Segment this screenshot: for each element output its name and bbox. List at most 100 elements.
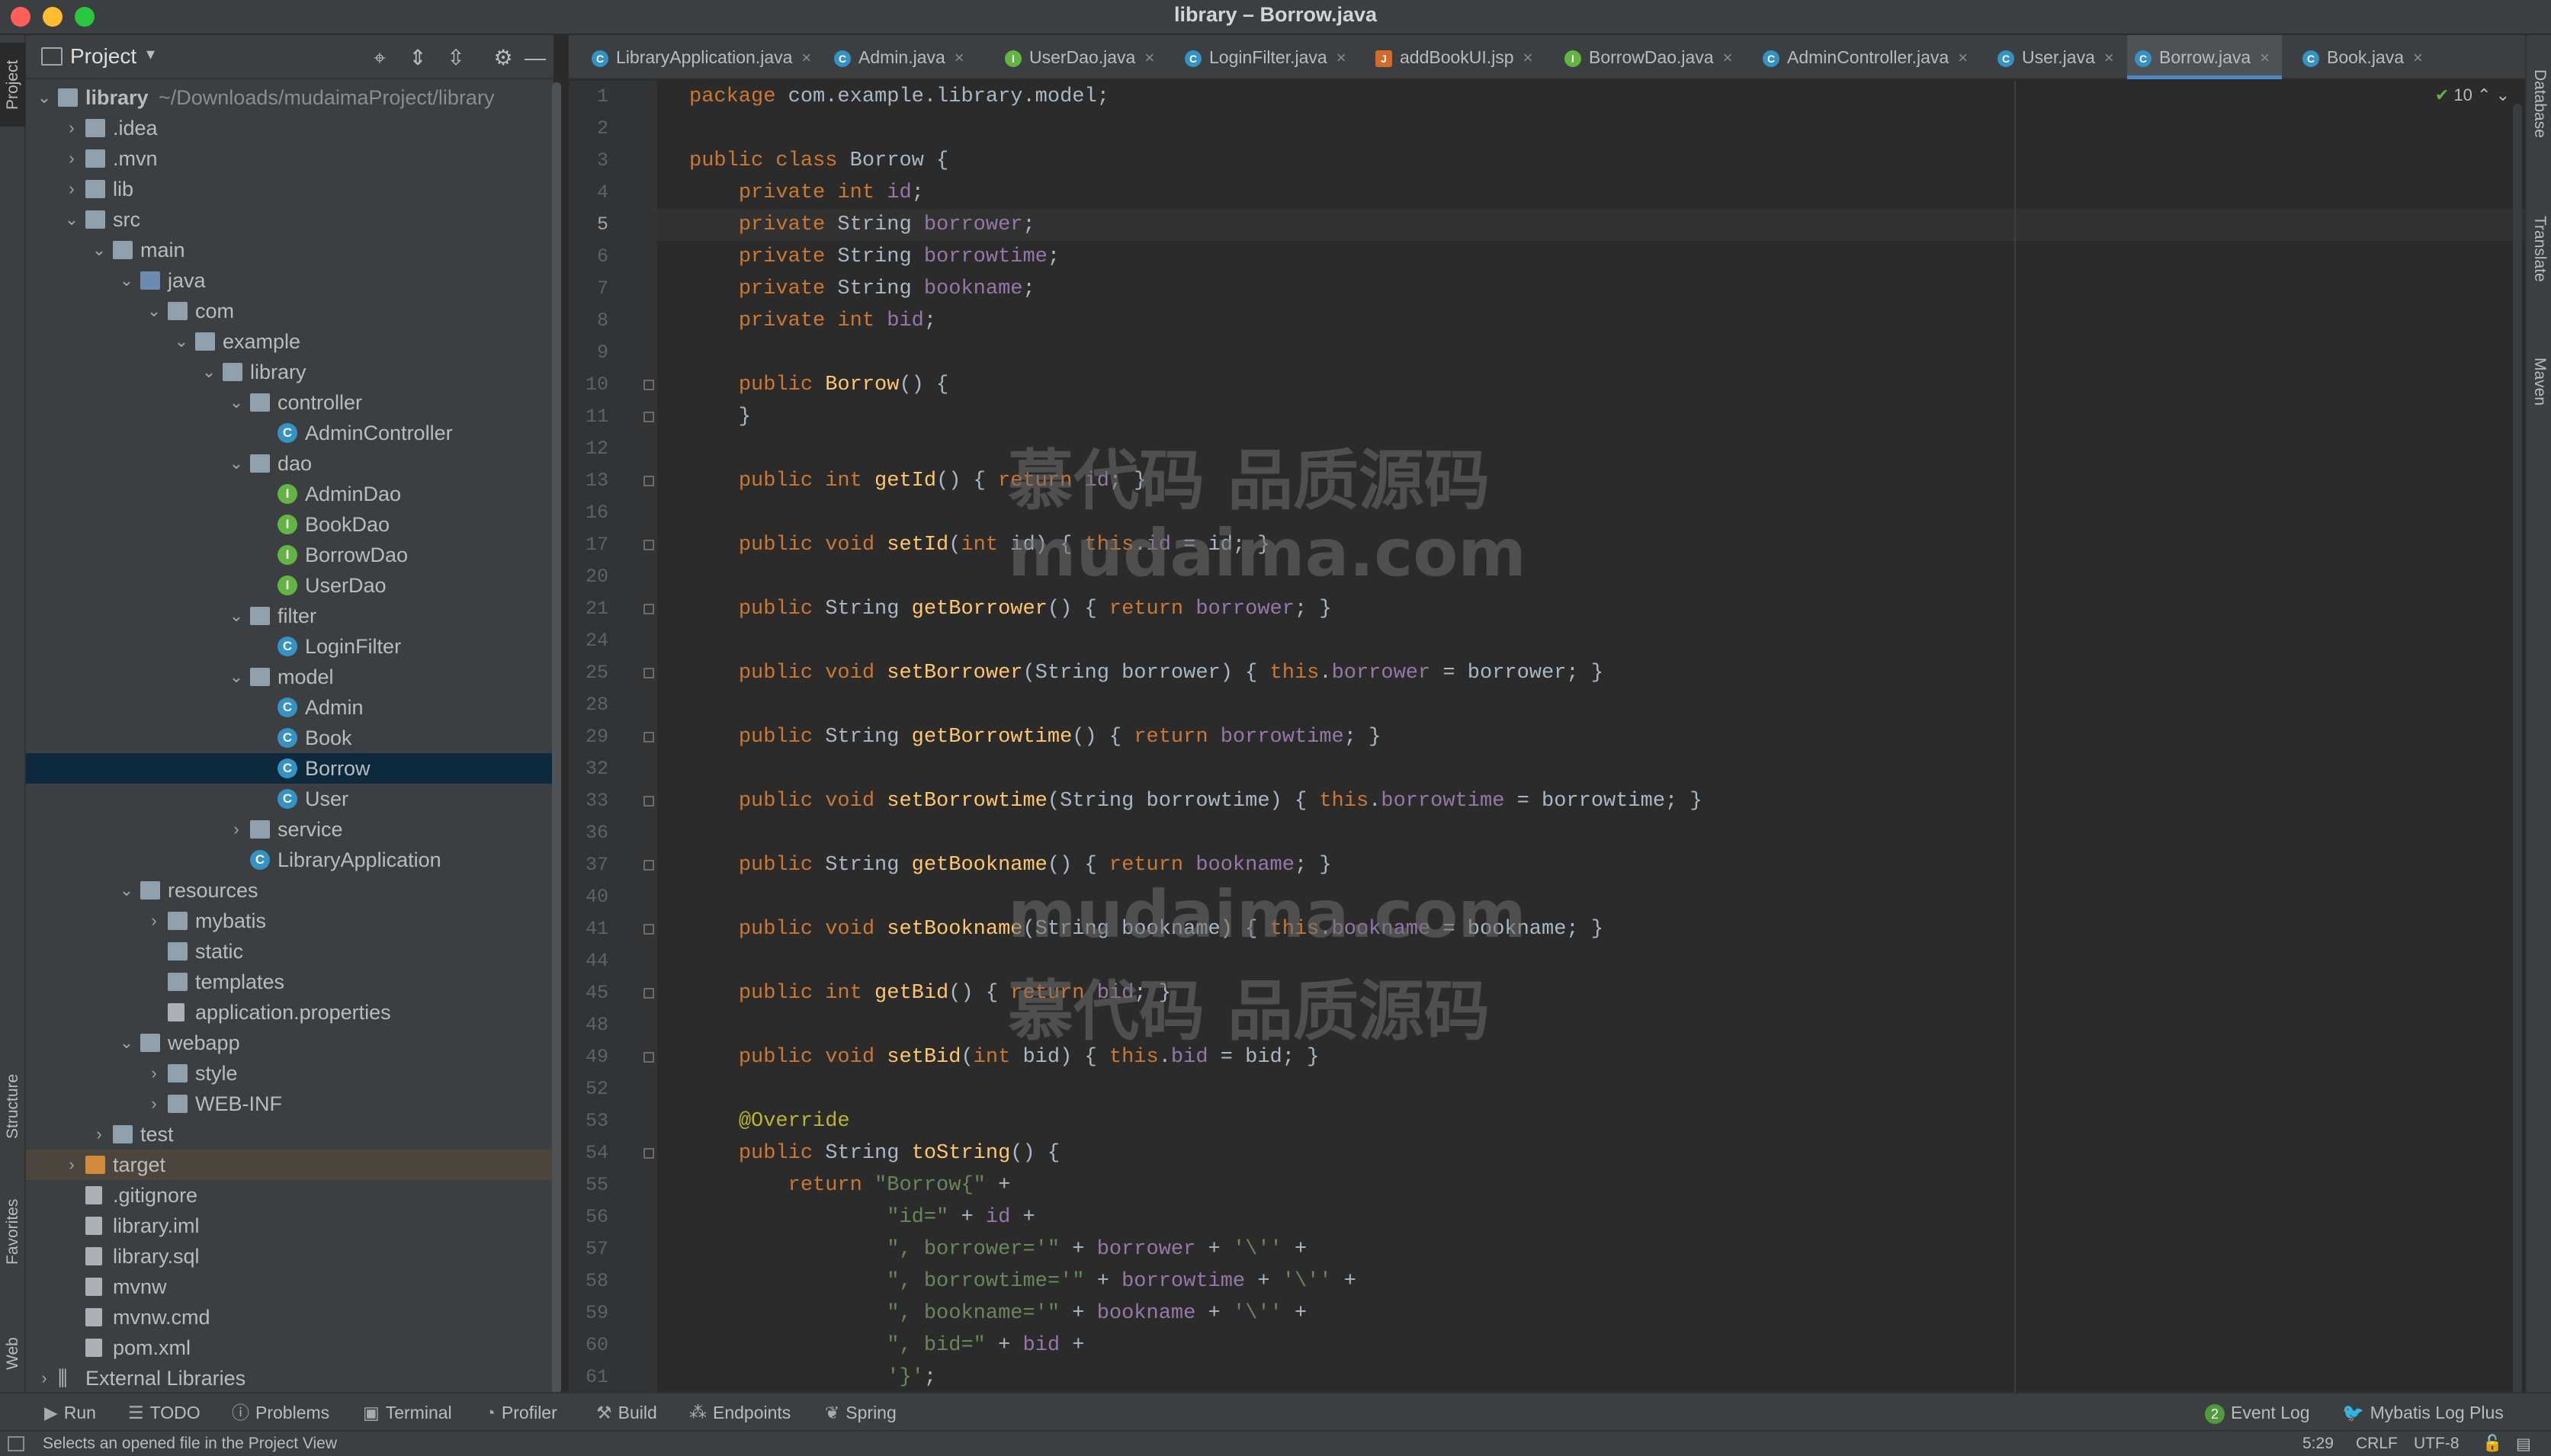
chevron-down-icon[interactable]: ⌄ xyxy=(229,387,244,418)
run-tool-button[interactable]: ▶ Run xyxy=(44,1393,96,1432)
tree-item[interactable]: mvnw xyxy=(26,1272,554,1302)
locate-file-icon[interactable]: ⌖ xyxy=(366,44,393,72)
chevron-right-icon[interactable]: › xyxy=(146,1089,162,1119)
file-encoding[interactable]: UTF-8 xyxy=(2414,1435,2460,1453)
database-tool-tab[interactable]: Database xyxy=(2527,50,2551,157)
fold-icon[interactable] xyxy=(643,1148,654,1159)
editor-tab[interactable]: C LibraryApplication.java × xyxy=(584,35,823,79)
fold-icon[interactable] xyxy=(643,668,654,678)
tree-item[interactable]: C AdminController xyxy=(26,418,554,448)
lock-icon[interactable]: 🔓 xyxy=(2482,1435,2502,1453)
expand-all-icon[interactable]: ⇕ xyxy=(404,44,432,72)
close-icon[interactable]: × xyxy=(955,48,964,67)
project-scrollbar[interactable] xyxy=(552,82,561,1393)
fold-icon[interactable] xyxy=(643,412,654,422)
close-icon[interactable]: × xyxy=(1723,48,1733,67)
tree-item[interactable]: ⌄ library xyxy=(26,357,554,387)
tree-item[interactable]: C Book xyxy=(26,723,554,753)
close-icon[interactable]: × xyxy=(1523,48,1533,67)
close-icon[interactable]: × xyxy=(1144,48,1154,67)
build-tool-button[interactable]: ⚒ Build xyxy=(596,1393,657,1432)
close-icon[interactable]: × xyxy=(2260,48,2270,67)
mybatis-log-button[interactable]: 🐦 Mybatis Log Plus xyxy=(2342,1393,2504,1432)
fold-icon[interactable] xyxy=(643,380,654,390)
chevron-down-icon[interactable]: ⌄ xyxy=(37,82,52,113)
chevron-right-icon[interactable]: › xyxy=(146,1058,162,1089)
tree-item[interactable]: library.iml xyxy=(26,1211,554,1241)
tree-item[interactable]: C User xyxy=(26,784,554,814)
inspection-widget[interactable]: ✔ 10 ⌃ ⌄ xyxy=(2435,85,2510,105)
editor-scrollbar[interactable] xyxy=(2513,104,2522,1430)
chevron-right-icon[interactable]: › xyxy=(64,1150,79,1180)
favorites-tool-tab[interactable]: Favorites xyxy=(0,1179,26,1285)
tree-item[interactable]: › target xyxy=(26,1150,554,1180)
tree-item[interactable]: C Admin xyxy=(26,692,554,723)
spring-tool-button[interactable]: ❦ Spring xyxy=(825,1393,897,1432)
memory-icon[interactable]: ▤ xyxy=(2516,1435,2531,1454)
tree-item[interactable]: › mybatis xyxy=(26,906,554,936)
collapse-all-icon[interactable]: ⇳ xyxy=(442,44,470,72)
fold-icon[interactable] xyxy=(643,732,654,742)
tree-item[interactable]: ⌄ src xyxy=(26,204,554,235)
tree-item[interactable]: C LibraryApplication xyxy=(26,845,554,875)
tree-item[interactable]: .gitignore xyxy=(26,1180,554,1211)
fold-icon[interactable] xyxy=(643,988,654,999)
chevron-down-icon[interactable]: ⌄ xyxy=(119,1028,134,1058)
profiler-tool-button[interactable]: ◔ Profiler xyxy=(485,1393,557,1432)
tree-item[interactable]: templates xyxy=(26,967,554,997)
tree-item[interactable]: ⌄ library ~/Downloads/mudaimaProject/libra… xyxy=(26,82,554,113)
chevron-down-icon[interactable]: ▾ xyxy=(146,44,155,64)
tree-item[interactable]: › ⫼ External Libraries xyxy=(26,1363,554,1393)
editor-tab[interactable]: C Book.java × xyxy=(2295,35,2435,79)
chevron-down-icon[interactable]: ⌄ xyxy=(229,448,244,479)
chevron-down-icon[interactable]: ⌄ xyxy=(174,326,189,357)
chevron-right-icon[interactable]: › xyxy=(64,174,79,204)
tree-item[interactable]: › service xyxy=(26,814,554,845)
tree-item[interactable]: ⌄ main xyxy=(26,235,554,265)
chevron-down-icon[interactable]: ⌄ xyxy=(2496,85,2510,104)
tree-item[interactable]: ⌄ com xyxy=(26,296,554,326)
editor-tab[interactable]: C Borrow.java × xyxy=(2127,35,2283,79)
chevron-up-icon[interactable]: ⌃ xyxy=(2477,85,2491,104)
editor-tab[interactable]: C User.java × xyxy=(1990,35,2126,79)
fold-icon[interactable] xyxy=(643,924,654,935)
fold-icon[interactable] xyxy=(643,476,654,486)
tree-item[interactable]: › style xyxy=(26,1058,554,1089)
tree-item[interactable]: pom.xml xyxy=(26,1333,554,1363)
chevron-right-icon[interactable]: › xyxy=(229,814,244,845)
tree-item[interactable]: C LoginFilter xyxy=(26,631,554,662)
chevron-right-icon[interactable]: › xyxy=(91,1119,107,1150)
tree-item[interactable]: › test xyxy=(26,1119,554,1150)
tree-item[interactable]: library.sql xyxy=(26,1241,554,1272)
close-icon[interactable]: × xyxy=(1958,48,1968,67)
tree-item[interactable]: › .idea xyxy=(26,113,554,143)
tree-item[interactable]: C Borrow xyxy=(26,753,554,784)
terminal-tool-button[interactable]: ▣ Terminal xyxy=(363,1393,452,1432)
chevron-down-icon[interactable]: ⌄ xyxy=(91,235,107,265)
gear-icon[interactable]: ⚙ xyxy=(489,44,517,72)
chevron-right-icon[interactable]: › xyxy=(64,143,79,174)
chevron-right-icon[interactable]: › xyxy=(146,906,162,936)
tree-item[interactable]: › .mvn xyxy=(26,143,554,174)
chevron-down-icon[interactable]: ⌄ xyxy=(64,204,79,235)
tree-item[interactable]: ⌄ filter xyxy=(26,601,554,631)
editor-tab[interactable]: I UserDao.java × xyxy=(997,35,1166,79)
tree-item[interactable]: ⌄ dao xyxy=(26,448,554,479)
endpoints-tool-button[interactable]: ⁂ Endpoints xyxy=(689,1393,791,1432)
chevron-right-icon[interactable]: › xyxy=(64,113,79,143)
fold-icon[interactable] xyxy=(643,796,654,807)
tree-item[interactable]: I BookDao xyxy=(26,509,554,540)
problems-tool-button[interactable]: ⓘ Problems xyxy=(232,1393,329,1432)
editor-tab[interactable]: C Admin.java × xyxy=(826,35,977,79)
hide-panel-icon[interactable]: — xyxy=(521,44,549,72)
editor-tab[interactable]: C AdminController.java × xyxy=(1755,35,1980,79)
tree-item[interactable]: I UserDao xyxy=(26,570,554,601)
editor-tab[interactable]: JaddBookUI.jsp × xyxy=(1368,35,1545,79)
todo-tool-button[interactable]: ☰ TODO xyxy=(128,1393,201,1432)
tree-item[interactable]: ⌄ model xyxy=(26,662,554,692)
chevron-down-icon[interactable]: ⌄ xyxy=(229,662,244,692)
event-log-button[interactable]: 2 Event Log xyxy=(2205,1393,2310,1432)
tree-item[interactable]: ⌄ example xyxy=(26,326,554,357)
tree-item[interactable]: ⌄ controller xyxy=(26,387,554,418)
fold-icon[interactable] xyxy=(643,604,654,614)
